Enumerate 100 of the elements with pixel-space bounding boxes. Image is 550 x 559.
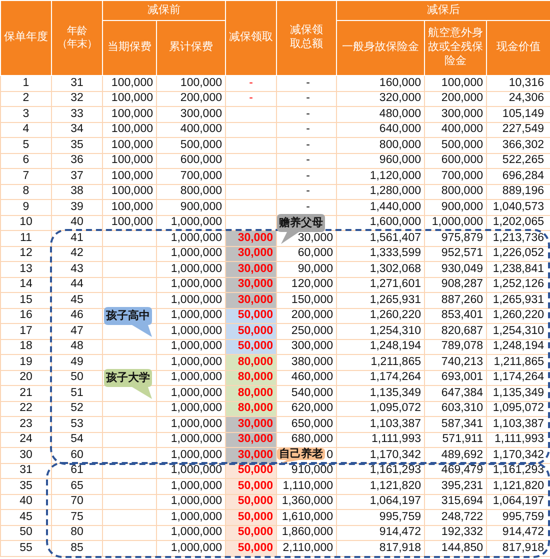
- table-cell: 200,000: [276, 308, 336, 324]
- table-cell: 50,000: [226, 478, 276, 494]
- table-cell: 100,000: [102, 138, 156, 153]
- table-cell: 1,170,342: [336, 448, 424, 463]
- table-cell: 889,196: [486, 184, 550, 200]
- table-cell: 1,111,993: [486, 432, 550, 448]
- table-cell: 1,095,072: [336, 401, 424, 416]
- table-cell: 100,000: [156, 76, 226, 91]
- table-cell: 1,211,865: [336, 354, 424, 370]
- table-cell: 1,302,068: [336, 262, 424, 277]
- table-cell: 914,472: [486, 525, 550, 540]
- table-cell: 50,000: [226, 324, 276, 339]
- table-cell: 53: [52, 416, 102, 432]
- table-cell: 600,000: [156, 153, 226, 168]
- table-cell: 100,000: [102, 200, 156, 215]
- table-cell: 36: [52, 153, 102, 168]
- table-cell: 1,170,342: [486, 448, 550, 463]
- table-cell: 37: [52, 168, 102, 184]
- table-cell: -: [226, 76, 276, 91]
- table-cell: 100,000: [102, 215, 156, 230]
- table-cell: 1,161,293: [336, 463, 424, 478]
- table-cell: 1,000,000: [156, 510, 226, 525]
- table-cell: 30,000: [226, 230, 276, 246]
- table-cell: 800,000: [424, 184, 486, 200]
- table-cell: -: [276, 76, 336, 91]
- table-cell: -: [226, 91, 276, 106]
- table-cell: 800,000: [336, 138, 424, 153]
- table-cell: 1,161,293: [486, 463, 550, 478]
- table-cell: 61: [52, 463, 102, 478]
- table-cell: 100,000: [102, 76, 156, 91]
- table-cell: 1,226,052: [486, 246, 550, 262]
- table-cell: 300,000: [424, 106, 486, 122]
- table-cell: 4: [0, 122, 52, 138]
- table-cell: 600,000: [424, 153, 486, 168]
- table-cell: 480,000: [336, 106, 424, 122]
- column-header: 现金价值: [486, 20, 550, 76]
- table-cell: 400,000: [424, 122, 486, 138]
- table-cell: 571,911: [424, 432, 486, 448]
- table-cell: 1,561,407: [336, 230, 424, 246]
- table-cell: 50,000: [226, 494, 276, 510]
- table-cell: 18: [0, 339, 52, 354]
- table-cell: -: [276, 184, 336, 200]
- table-cell: 43: [52, 262, 102, 277]
- table-cell: 1,440,000: [336, 200, 424, 215]
- table-cell: 640,000: [336, 122, 424, 138]
- table-cell: 1,000,000: [156, 324, 226, 339]
- table-cell: 1,000,000: [156, 370, 226, 386]
- table-cell: 24: [0, 432, 52, 448]
- table-cell: 250,000: [276, 324, 336, 339]
- table-cell: 1,248,194: [336, 339, 424, 354]
- table-cell: 995,759: [486, 510, 550, 525]
- table-cell: 47: [52, 324, 102, 339]
- table-cell: 975,879: [424, 230, 486, 246]
- table-cell: 647,384: [424, 386, 486, 401]
- table-cell: 789,078: [424, 339, 486, 354]
- table-cell: 1,260,220: [486, 308, 550, 324]
- table-cell: 914,472: [336, 525, 424, 540]
- table-cell: 12: [0, 246, 52, 262]
- table-cell: 100,000: [102, 153, 156, 168]
- table-cell: 620,000: [276, 401, 336, 416]
- table-cell: 30: [0, 448, 52, 463]
- table-cell: 60: [52, 448, 102, 463]
- table-cell: 1,254,310: [336, 324, 424, 339]
- table-cell: 1,000,000: [156, 277, 226, 292]
- column-header: 年龄（年末）: [52, 0, 102, 76]
- table-cell: 50,000: [226, 540, 276, 556]
- table-cell: 1,000,000: [156, 386, 226, 401]
- table-cell: 192,332: [424, 525, 486, 540]
- table-cell: 35: [0, 478, 52, 494]
- table-cell: 1,248,194: [486, 339, 550, 354]
- table-cell: 100,000: [102, 122, 156, 138]
- table-cell: 995,759: [336, 510, 424, 525]
- table-cell: 15: [0, 292, 52, 308]
- table-cell: 30,000: [226, 292, 276, 308]
- table-cell: 853,401: [424, 308, 486, 324]
- column-header: 当期保费: [102, 20, 156, 76]
- column-header: 减保前: [102, 0, 226, 20]
- table-cell: 900,000: [424, 200, 486, 215]
- table-cell: 1,000,000: [156, 494, 226, 510]
- table-cell: 1,252,126: [486, 277, 550, 292]
- table-cell: 1,064,197: [336, 494, 424, 510]
- table-cell: 50,000: [226, 308, 276, 324]
- table-cell: 1,254,310: [486, 324, 550, 339]
- table-cell: 952,571: [424, 246, 486, 262]
- table-cell: 1,000,000: [156, 339, 226, 354]
- table-cell: 39: [52, 200, 102, 215]
- table-cell: 1,000,000: [156, 401, 226, 416]
- table-cell: 1,135,349: [486, 386, 550, 401]
- table-cell: 248,722: [424, 510, 486, 525]
- table-cell: 6: [0, 153, 52, 168]
- table-cell: 1,174,264: [336, 370, 424, 386]
- table-cell: 40: [52, 215, 102, 230]
- column-header: 累计保费: [156, 20, 226, 76]
- table-cell: 80: [52, 525, 102, 540]
- table-cell: 16: [0, 308, 52, 324]
- table-cell: 1,271,601: [336, 277, 424, 292]
- table-cell: 320,000: [336, 91, 424, 106]
- table-cell: 65: [52, 478, 102, 494]
- table-cell: 80,000: [226, 354, 276, 370]
- table-cell: -: [276, 122, 336, 138]
